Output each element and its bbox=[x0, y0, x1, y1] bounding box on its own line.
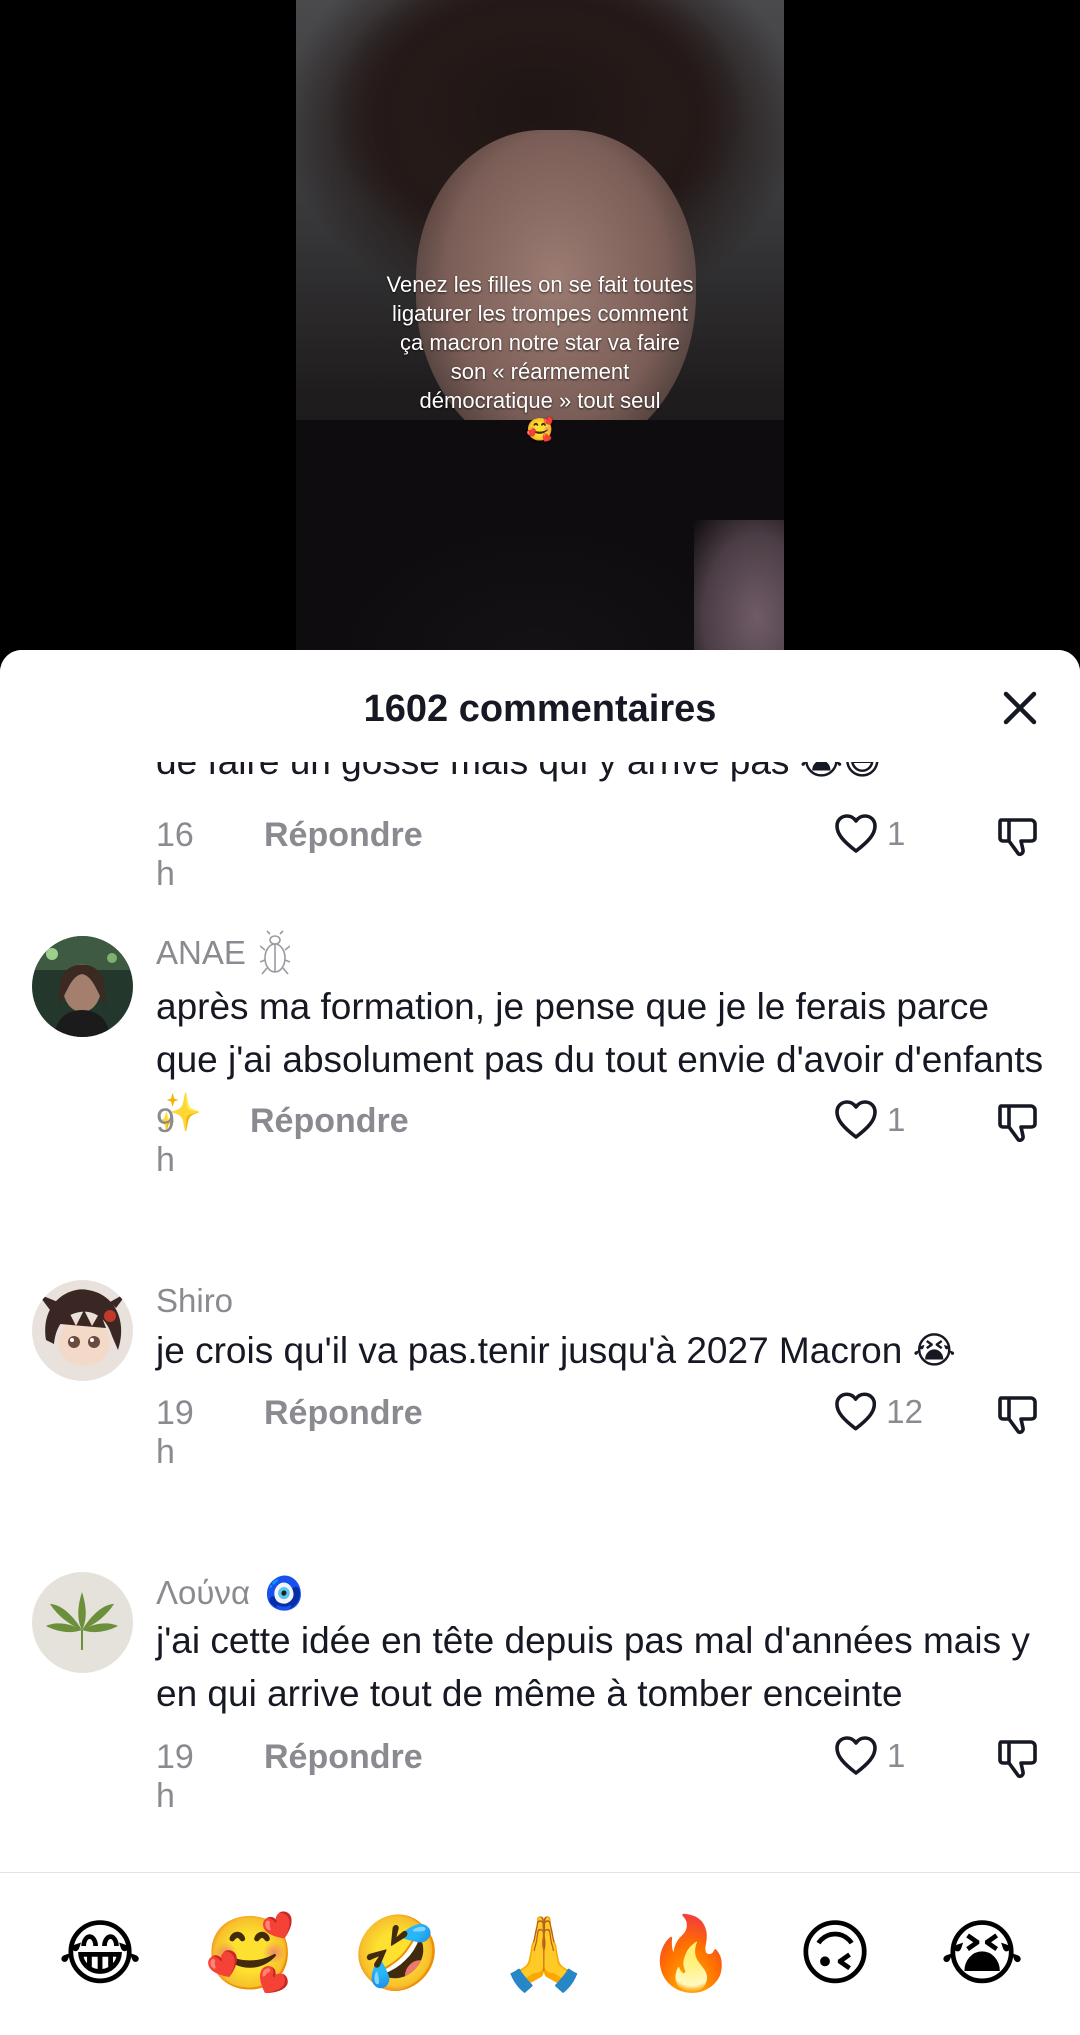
video-caption: Venez les filles on se fait toutes ligat… bbox=[382, 270, 698, 444]
dislike-button[interactable] bbox=[995, 1100, 1039, 1144]
emoji-rofl-button[interactable]: 🤣 bbox=[352, 1911, 442, 1995]
comment-time: 19 h bbox=[156, 1394, 194, 1471]
comments-count-title: 1602 commentaires bbox=[363, 688, 717, 730]
like-button[interactable]: 1 bbox=[833, 1734, 923, 1778]
heart-icon bbox=[835, 814, 877, 853]
avatar[interactable] bbox=[32, 1572, 133, 1673]
comment-text: j'ai cette idée en tête depuis pas mal d… bbox=[156, 1620, 1030, 1714]
heart-icon bbox=[835, 1392, 877, 1431]
emoji-quick-bar: 😂 🥰 🤣 🙏 🔥 🙃 😭 bbox=[0, 1872, 1080, 2035]
like-button[interactable]: 12 bbox=[833, 1390, 923, 1434]
video-caption-emoji: 🥰 bbox=[526, 417, 554, 442]
username-text: Shiro bbox=[156, 1282, 234, 1319]
dislike-icon bbox=[998, 818, 1037, 857]
video-preview[interactable]: Venez les filles on se fait toutes ligat… bbox=[296, 0, 784, 660]
emoji-crying-button[interactable]: 😭 bbox=[940, 1911, 1024, 1995]
reply-button[interactable]: Répondre bbox=[264, 1738, 423, 1777]
close-icon bbox=[1003, 691, 1037, 725]
comments-sheet: 1602 commentaires de faire un gosse mais… bbox=[0, 650, 1080, 2035]
comments-header: 1602 commentaires bbox=[0, 650, 1080, 762]
dislike-icon bbox=[998, 1396, 1037, 1435]
emoji-joy-button[interactable]: 😂 bbox=[58, 1911, 142, 1995]
close-button[interactable] bbox=[998, 686, 1042, 730]
nazar-eye-icon: 🧿 bbox=[264, 1575, 304, 1611]
like-count: 1 bbox=[887, 815, 906, 852]
emoji-upside-down-button[interactable]: 🙃 bbox=[793, 1911, 877, 1995]
comment-username[interactable]: ANAE bbox=[156, 930, 290, 976]
emoji-fire-button[interactable]: 🔥 bbox=[646, 1911, 736, 1995]
avatar[interactable] bbox=[32, 1280, 133, 1381]
comment-time: 16 h bbox=[156, 816, 194, 893]
dislike-button[interactable] bbox=[995, 1392, 1039, 1436]
reply-button[interactable]: Répondre bbox=[264, 1394, 423, 1433]
video-background-blanket bbox=[694, 520, 784, 660]
comments-list[interactable]: de faire un gosse mais qui y arrive pas … bbox=[0, 762, 1080, 1872]
dislike-button[interactable] bbox=[995, 814, 1039, 858]
heart-icon bbox=[835, 1100, 877, 1139]
beetle-icon bbox=[259, 930, 290, 975]
avatar-image bbox=[32, 936, 133, 1037]
tiktok-comments-screen: Venez les filles on se fait toutes ligat… bbox=[0, 0, 1080, 2035]
video-caption-text: Venez les filles on se fait toutes ligat… bbox=[386, 272, 694, 413]
like-count: 1 bbox=[887, 1737, 906, 1774]
like-button[interactable]: 1 bbox=[833, 812, 923, 856]
reply-button[interactable]: Répondre bbox=[250, 1102, 409, 1141]
like-count: 12 bbox=[886, 1393, 923, 1430]
comment-text: je crois qu'il va pas.tenir jusqu'à 2027… bbox=[156, 1330, 956, 1371]
comment-text: de faire un gosse mais qui y arrive pas … bbox=[156, 762, 882, 783]
dislike-icon bbox=[998, 1104, 1037, 1143]
reply-button[interactable]: Répondre bbox=[264, 816, 423, 855]
username-text: ANAE bbox=[156, 934, 246, 971]
comment-username[interactable]: Shiro bbox=[156, 1282, 233, 1320]
comment-time: 19 h bbox=[156, 1738, 194, 1815]
emoji-pray-button[interactable]: 🙏 bbox=[499, 1911, 589, 1995]
dislike-button[interactable] bbox=[995, 1736, 1039, 1780]
dislike-icon bbox=[998, 1740, 1037, 1779]
like-button[interactable]: 1 bbox=[833, 1098, 923, 1142]
avatar-image bbox=[32, 1572, 133, 1673]
comment-time: 9 h bbox=[156, 1102, 175, 1179]
heart-icon bbox=[835, 1736, 877, 1775]
avatar-image bbox=[32, 1280, 133, 1381]
avatar[interactable] bbox=[32, 936, 133, 1037]
like-count: 1 bbox=[887, 1101, 906, 1138]
emoji-smiling-hearts-button[interactable]: 🥰 bbox=[205, 1911, 295, 1995]
comment-username[interactable]: Λούνα 🧿 bbox=[156, 1574, 304, 1612]
username-text: Λούνα bbox=[156, 1574, 251, 1611]
